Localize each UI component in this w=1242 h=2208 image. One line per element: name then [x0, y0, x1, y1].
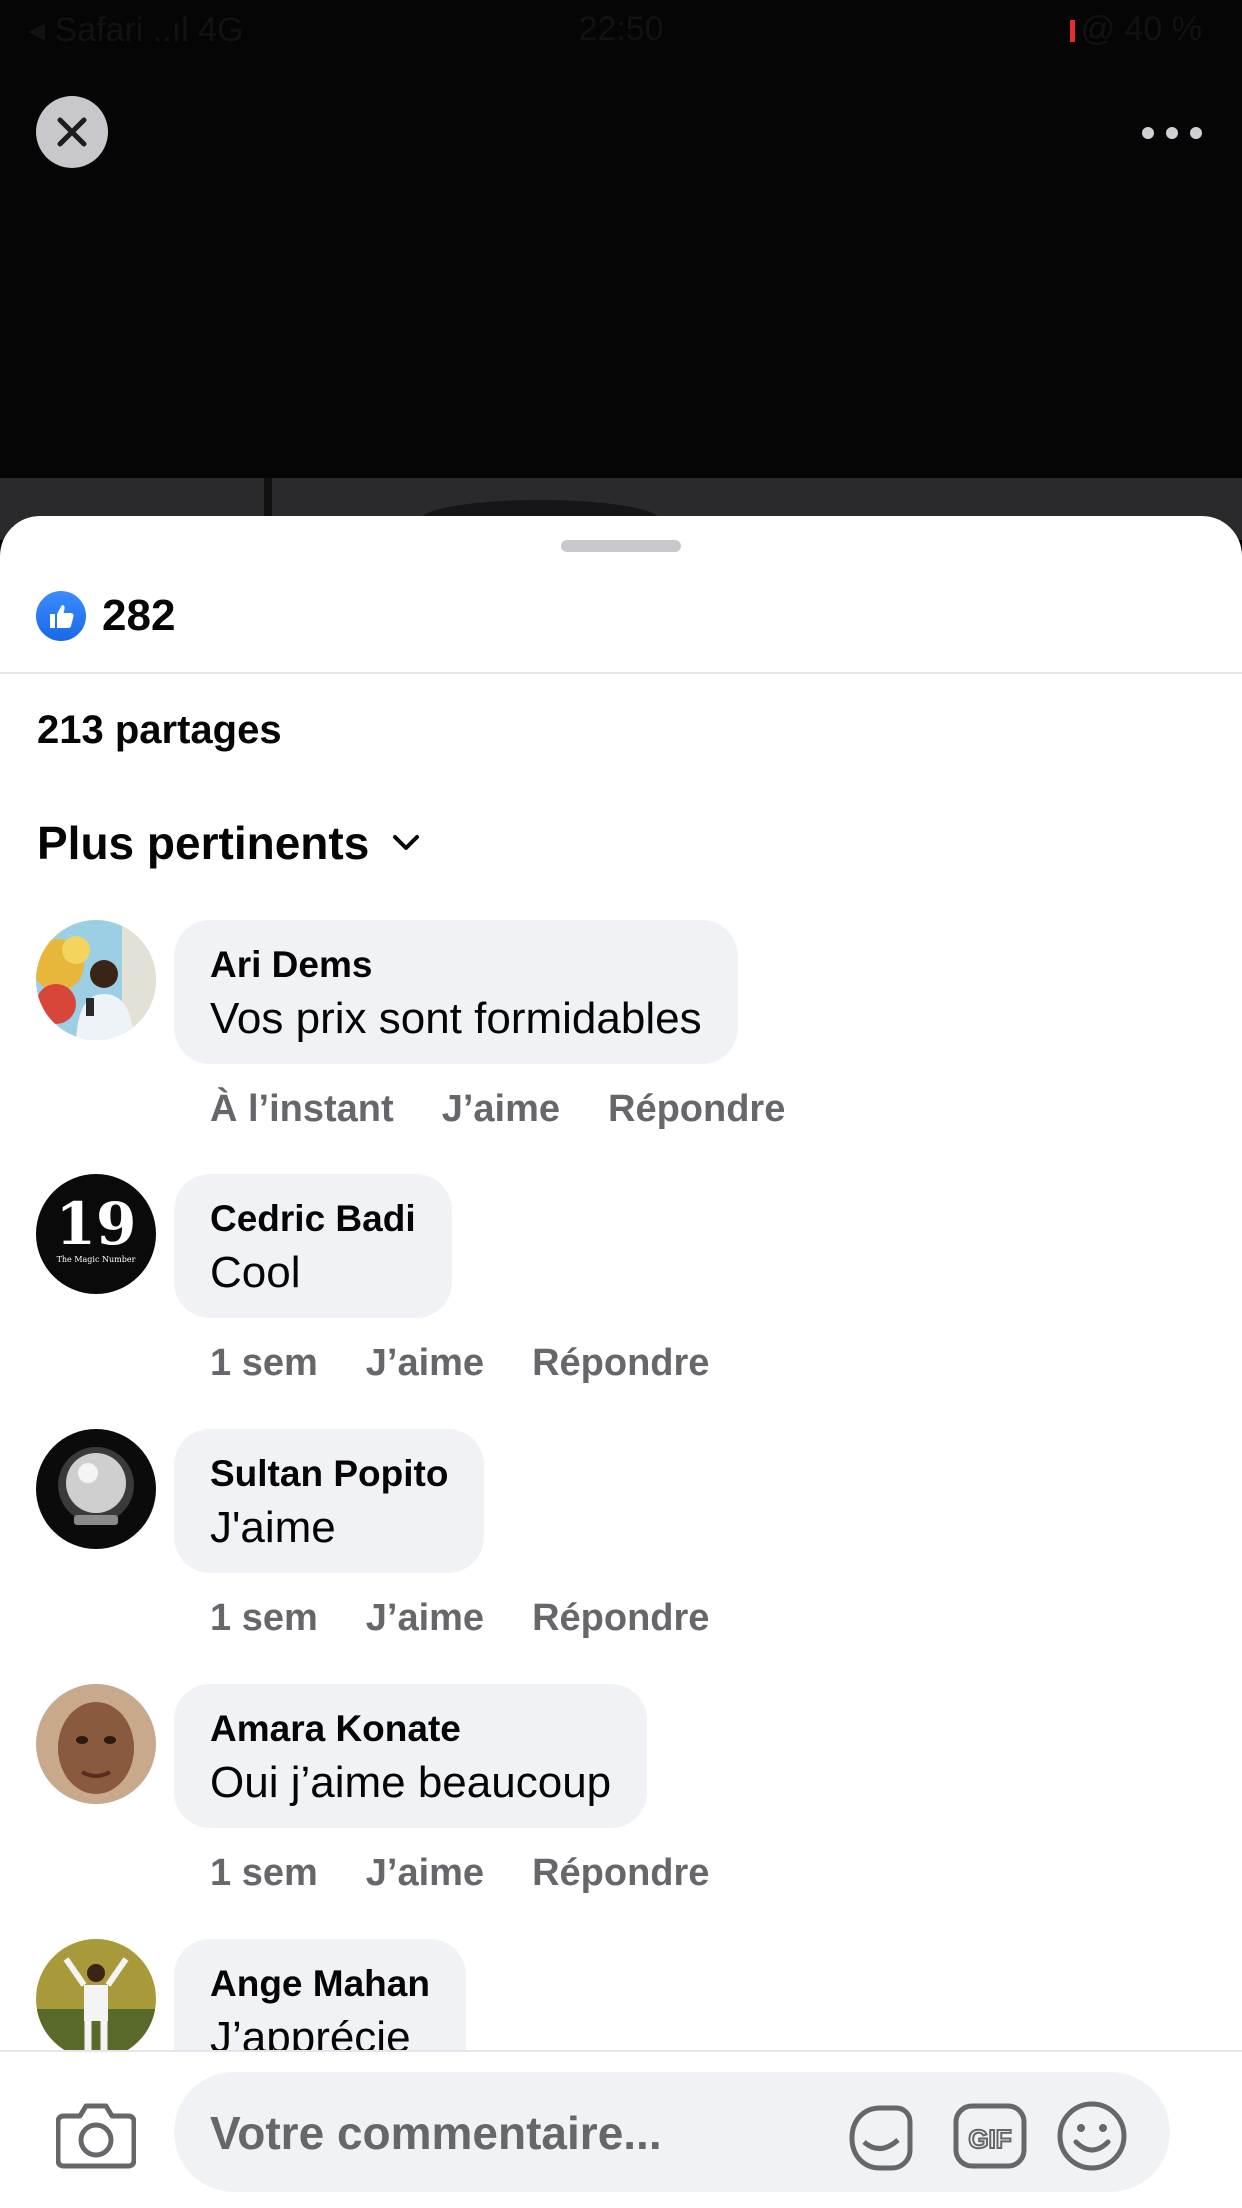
comment-bubble[interactable]: Cedric Badi Cool: [174, 1174, 452, 1318]
avatar[interactable]: [36, 1939, 156, 2050]
divider: [0, 672, 1242, 674]
media-viewer: ◂ Safari ..ıl 4G 22:50 @ 40 %: [0, 0, 1242, 540]
comment-actions: 1 sem J’aime Répondre: [210, 1597, 757, 1640]
avatar[interactable]: [36, 1429, 156, 1549]
reply-button[interactable]: Répondre: [532, 1597, 709, 1639]
sort-dropdown[interactable]: Plus pertinents: [37, 816, 425, 870]
sheet-grabber[interactable]: [561, 540, 681, 552]
gif-button[interactable]: GIF: [952, 2098, 1028, 2174]
avatar-sticker-button[interactable]: [842, 2098, 918, 2174]
comment-input-placeholder: Votre commentaire...: [210, 2107, 662, 2159]
sticker-icon: [849, 2105, 913, 2171]
comment-actions: 1 sem J’aime Répondre: [210, 1342, 757, 1385]
more-dot-icon: [1190, 127, 1202, 139]
comment-actions: 1 sem J’aime Répondre: [210, 1852, 757, 1895]
status-bar: ◂ Safari ..ıl 4G 22:50 @ 40 %: [0, 10, 1242, 52]
gif-label: GIF: [968, 2124, 1011, 2154]
comment-text: J'aime: [210, 1503, 336, 1552]
chevron-down-icon: [391, 826, 425, 860]
avatar-number: 19: [56, 1190, 137, 1258]
battery-indicator: [1069, 20, 1075, 43]
camera-icon: [55, 2103, 137, 2169]
thumbs-up-icon: [50, 605, 74, 628]
camera-button[interactable]: [55, 2100, 137, 2170]
like-button[interactable]: J’aime: [366, 1597, 484, 1639]
comment-item: Ange Mahan J’apprécie: [36, 1939, 1216, 2050]
status-battery: @ 40 %: [1064, 10, 1202, 49]
avatar[interactable]: 19 The Magic Number: [36, 1174, 156, 1294]
comment-text: Cool: [210, 1248, 301, 1297]
comment-text: J’apprécie: [210, 2013, 411, 2050]
like-button[interactable]: J’aime: [442, 1088, 560, 1130]
shares-count[interactable]: 213 partages: [37, 708, 282, 753]
reply-button[interactable]: Répondre: [532, 1342, 709, 1384]
comment-time: À l’instant: [210, 1088, 394, 1130]
comment-input[interactable]: Votre commentaire... GIF: [174, 2072, 1170, 2192]
comment-bubble[interactable]: Sultan Popito J'aime: [174, 1429, 485, 1573]
comment-author[interactable]: Sultan Popito: [210, 1453, 448, 1495]
comment-author[interactable]: Amara Konate: [210, 1708, 611, 1750]
avatar-caption: The Magic Number: [57, 1255, 136, 1264]
like-button[interactable]: J’aime: [366, 1852, 484, 1894]
more-dot-icon: [1142, 127, 1154, 139]
reactions-summary[interactable]: 282: [36, 588, 175, 644]
gif-icon: GIF: [953, 2103, 1027, 2169]
reply-button[interactable]: Répondre: [608, 1088, 785, 1130]
comment-author[interactable]: Cedric Badi: [210, 1198, 416, 1240]
emoji-button[interactable]: [1054, 2098, 1130, 2174]
comment-time: 1 sem: [210, 1852, 318, 1894]
comment-text: Oui j’aime beaucoup: [210, 1758, 612, 1807]
comment-text: Vos prix sont formidables: [210, 994, 702, 1043]
like-reaction-icon: [36, 591, 86, 641]
sort-label: Plus pertinents: [37, 817, 370, 869]
comment-author[interactable]: Ange Mahan: [210, 1963, 430, 2005]
comment-time: 1 sem: [210, 1342, 318, 1384]
avatar[interactable]: [36, 1684, 156, 1804]
battery-text: @ 40 %: [1080, 10, 1202, 48]
comment-bubble[interactable]: Amara Konate Oui j’aime beaucoup: [174, 1684, 648, 1828]
comment-bubble[interactable]: Ange Mahan J’apprécie: [174, 1939, 466, 2050]
emoji-icon: [1057, 2101, 1127, 2171]
more-options-button[interactable]: [1142, 118, 1202, 148]
comment-author[interactable]: Ari Dems: [210, 944, 702, 986]
reply-button[interactable]: Répondre: [532, 1852, 709, 1894]
avatar[interactable]: [36, 920, 156, 1040]
comment-composer: Votre commentaire... GIF: [0, 2050, 1242, 2208]
comments-sheet: 282 213 partages Plus pertinents Ari Dem…: [0, 516, 1242, 2208]
more-dot-icon: [1166, 127, 1178, 139]
comment-bubble[interactable]: Ari Dems Vos prix sont formidables: [174, 920, 738, 1064]
close-icon: [57, 117, 87, 147]
comment-time: 1 sem: [210, 1597, 318, 1639]
likes-count: 282: [102, 591, 176, 640]
like-button[interactable]: J’aime: [366, 1342, 484, 1384]
comment-actions: À l’instant J’aime Répondre: [210, 1088, 833, 1131]
close-button[interactable]: [36, 96, 108, 168]
status-time: 22:50: [578, 10, 664, 48]
